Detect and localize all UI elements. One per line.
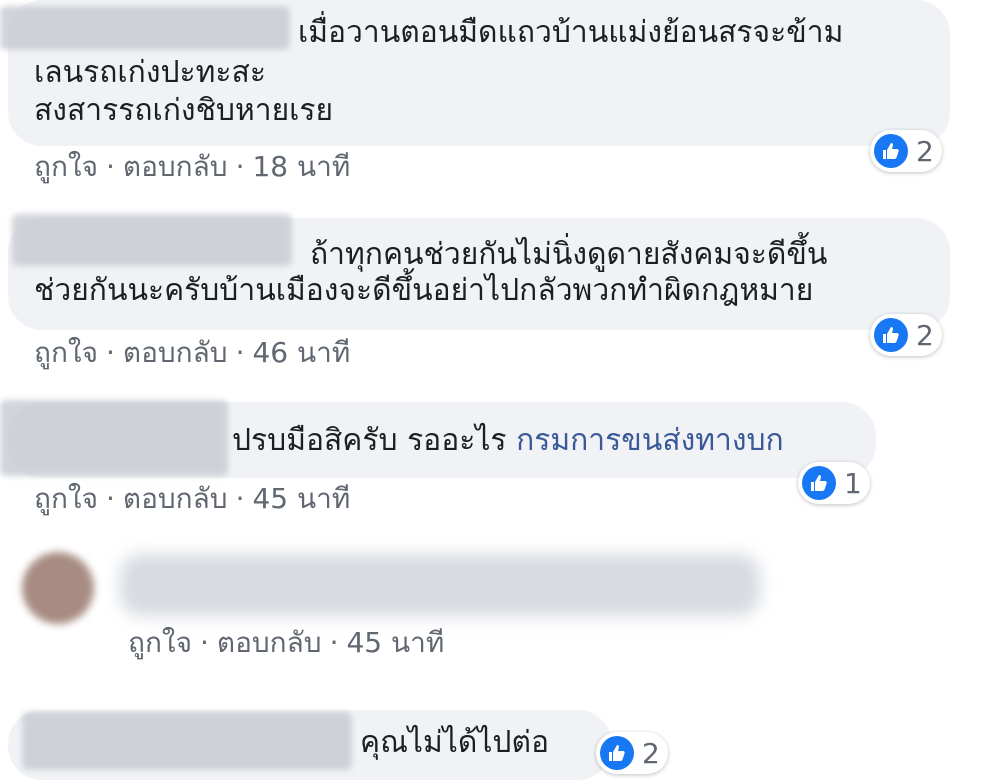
comment-text: ปรบมือสิครับ รออะไร กรมการขนส่งทางบก bbox=[232, 422, 784, 460]
comment-actions: ถูกใจ · ตอบกลับ · 45 นาที bbox=[128, 626, 444, 660]
comment-actions: ถูกใจ · ตอบกลับ · 46 นาที bbox=[34, 336, 350, 370]
timestamp[interactable]: 46 นาที bbox=[252, 336, 350, 370]
comment-text-body: ปรบมือสิครับ รออะไร bbox=[232, 423, 507, 458]
reply-link[interactable]: ตอบกลับ bbox=[217, 626, 322, 660]
thumbs-up-icon bbox=[802, 466, 836, 500]
like-link[interactable]: ถูกใจ bbox=[34, 336, 98, 370]
reaction-count: 2 bbox=[916, 318, 934, 352]
comment-text-line: เมื่อวานตอนมืดแถวบ้านแม่งย้อนสรจะข้าม bbox=[298, 15, 844, 50]
thumbs-up-icon bbox=[600, 736, 634, 770]
reaction-summary[interactable]: 2 bbox=[596, 732, 668, 774]
blurred-author-name bbox=[22, 712, 352, 770]
comment-text-line: เลนรถเก่งปะทะสะ bbox=[34, 55, 266, 90]
separator-dot: · bbox=[235, 336, 245, 369]
separator-dot: · bbox=[235, 150, 245, 183]
avatar[interactable] bbox=[22, 552, 94, 624]
reaction-count: 2 bbox=[642, 736, 660, 770]
blurred-author-name bbox=[0, 400, 228, 476]
thumbs-up-icon bbox=[874, 134, 908, 168]
timestamp[interactable]: 18 นาที bbox=[252, 150, 350, 184]
comment-text-line: ช่วยกันนะครับบ้านเมืองจะดีขึ้นอย่าไปกลัว… bbox=[34, 273, 814, 308]
separator-dot: · bbox=[235, 482, 245, 515]
like-link[interactable]: ถูกใจ bbox=[128, 626, 192, 660]
reaction-summary[interactable]: 2 bbox=[870, 314, 942, 356]
separator-dot: · bbox=[329, 626, 339, 659]
separator-dot: · bbox=[105, 336, 115, 369]
separator-dot: · bbox=[105, 150, 115, 183]
comment-actions: ถูกใจ · ตอบกลับ · 45 นาที bbox=[34, 482, 350, 516]
blurred-author-name bbox=[12, 214, 292, 266]
reaction-count: 2 bbox=[916, 134, 934, 168]
reaction-summary[interactable]: 2 bbox=[870, 130, 942, 172]
comment-text-line: สงสารรถเก่งชิบหายเรย bbox=[34, 93, 334, 128]
comment-text: คุณไม่ได้ไปต่อ bbox=[360, 725, 549, 760]
blurred-comment-content bbox=[120, 554, 760, 616]
reply-link[interactable]: ตอบกลับ bbox=[123, 150, 228, 184]
timestamp[interactable]: 45 นาที bbox=[346, 626, 444, 660]
reaction-summary[interactable]: 1 bbox=[798, 462, 870, 504]
separator-dot: · bbox=[199, 626, 209, 659]
like-link[interactable]: ถูกใจ bbox=[34, 150, 98, 184]
reaction-count: 1 bbox=[844, 466, 862, 500]
reply-link[interactable]: ตอบกลับ bbox=[123, 336, 228, 370]
like-link[interactable]: ถูกใจ bbox=[34, 482, 98, 516]
comment-text-line: ถ้าทุกคนช่วยกันไม่นิ่งดูดายสังคมจะดีขึ้น bbox=[310, 237, 828, 272]
reply-link[interactable]: ตอบกลับ bbox=[123, 482, 228, 516]
comment-actions: ถูกใจ · ตอบกลับ · 18 นาที bbox=[34, 150, 350, 184]
page-mention-link[interactable]: กรมการขนส่งทางบก bbox=[516, 423, 784, 458]
thumbs-up-icon bbox=[874, 318, 908, 352]
separator-dot: · bbox=[105, 482, 115, 515]
timestamp[interactable]: 45 นาที bbox=[252, 482, 350, 516]
blurred-author-name bbox=[0, 6, 290, 50]
